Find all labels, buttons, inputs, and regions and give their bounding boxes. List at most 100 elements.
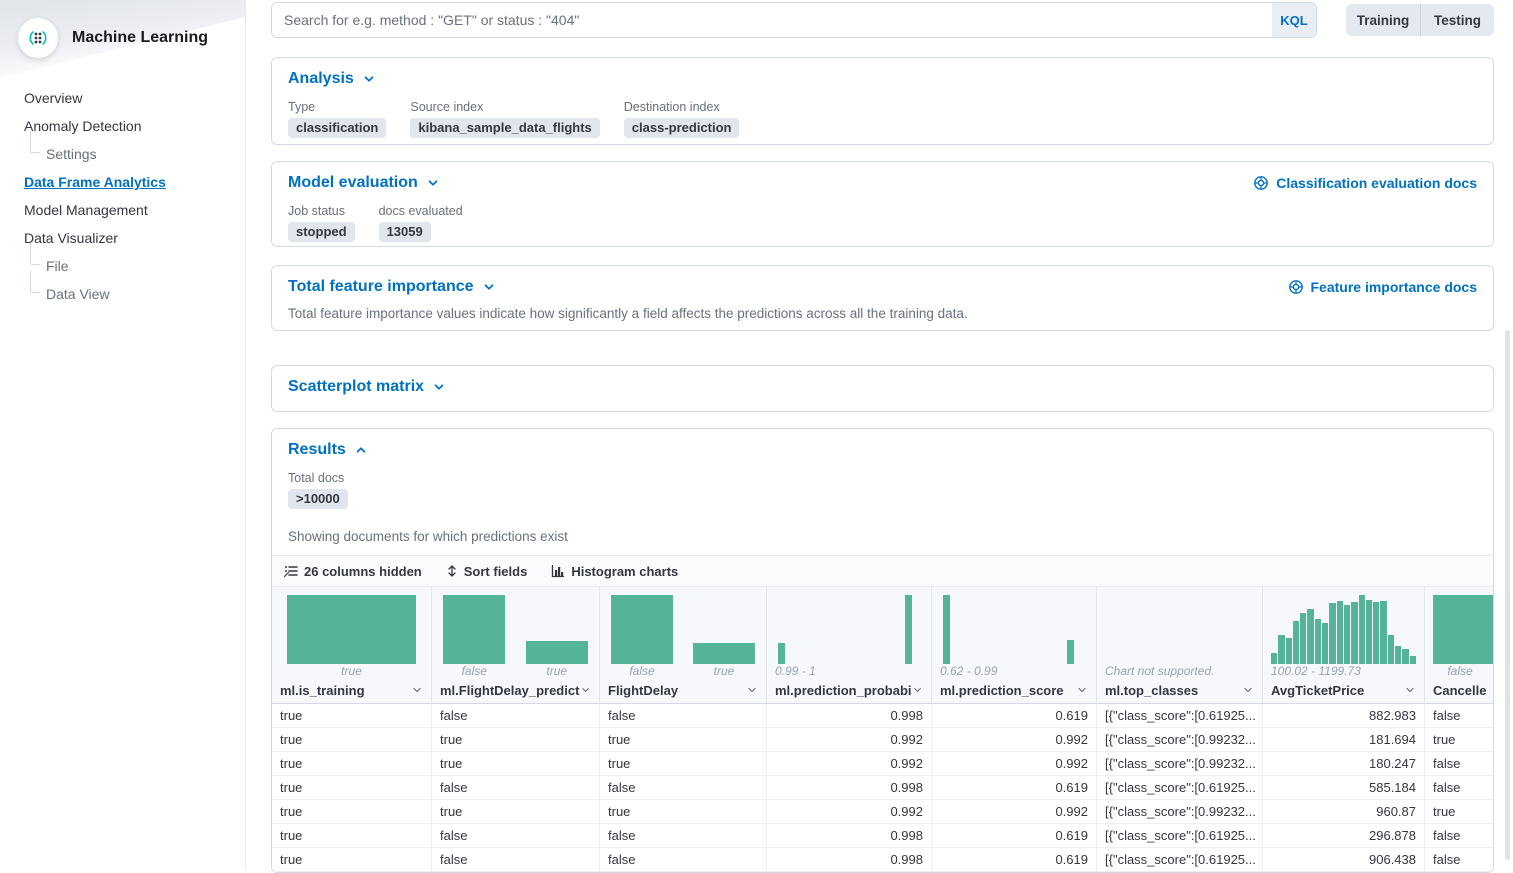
- table-cell[interactable]: true: [600, 800, 767, 823]
- column-actions[interactable]: FlightDelay: [600, 681, 766, 703]
- table-cell[interactable]: 180.247: [1263, 752, 1425, 775]
- table-cell[interactable]: true: [432, 800, 600, 823]
- scrollbar-thumb[interactable]: [1505, 330, 1510, 860]
- histogram-bar: [1293, 621, 1299, 664]
- table-cell[interactable]: true: [272, 824, 432, 847]
- classification-evaluation-docs-link[interactable]: Classification evaluation docs: [1253, 175, 1477, 191]
- table-cell[interactable]: false: [432, 824, 600, 847]
- column-actions[interactable]: ml.FlightDelay_predictio: [432, 681, 599, 703]
- table-cell[interactable]: [{"class_score":[0.61925...: [1097, 824, 1263, 847]
- table-cell[interactable]: false: [1425, 848, 1493, 871]
- kql-button[interactable]: KQL: [1272, 3, 1316, 37]
- table-cell[interactable]: false: [432, 776, 600, 799]
- column-actions[interactable]: ml.prediction_score: [932, 681, 1096, 703]
- table-cell[interactable]: 0.619: [932, 704, 1097, 727]
- table-cell[interactable]: false: [600, 704, 767, 727]
- table-cell[interactable]: 0.992: [767, 800, 932, 823]
- table-cell[interactable]: false: [432, 848, 600, 871]
- table-cell[interactable]: true: [272, 848, 432, 871]
- columns-icon: [284, 564, 298, 578]
- table-cell[interactable]: [{"class_score":[0.99232...: [1097, 800, 1263, 823]
- column-histogram: [440, 595, 591, 664]
- table-cell[interactable]: true: [272, 800, 432, 823]
- table-cell[interactable]: false: [1425, 824, 1493, 847]
- table-cell[interactable]: true: [272, 776, 432, 799]
- column-actions[interactable]: Cancelled: [1425, 681, 1493, 703]
- table-cell[interactable]: [{"class_score":[0.61925...: [1097, 704, 1263, 727]
- table-cell[interactable]: 0.992: [767, 728, 932, 751]
- column-histogram: [608, 595, 758, 664]
- table-cell[interactable]: 585.184: [1263, 776, 1425, 799]
- histogram-bar: [1067, 640, 1074, 664]
- table-cell[interactable]: false: [1425, 704, 1493, 727]
- table-cell[interactable]: 0.992: [932, 800, 1097, 823]
- page-scrollbar: [1503, 0, 1513, 869]
- feature-importance-accordion-toggle[interactable]: Total feature importance: [288, 278, 496, 296]
- table-cell[interactable]: 960.87: [1263, 800, 1425, 823]
- table-cell[interactable]: 906.438: [1263, 848, 1425, 871]
- sort-fields-button[interactable]: Sort fields: [446, 564, 528, 579]
- table-cell[interactable]: false: [432, 704, 600, 727]
- table-cell[interactable]: 882.983: [1263, 704, 1425, 727]
- chevron-down-icon: [1242, 684, 1254, 696]
- scatterplot-accordion-toggle[interactable]: Scatterplot matrix: [288, 378, 446, 396]
- table-cell[interactable]: 0.998: [767, 824, 932, 847]
- columns-hidden-button[interactable]: 26 columns hidden: [284, 564, 422, 579]
- results-accordion-toggle[interactable]: Results: [288, 441, 368, 459]
- column-actions[interactable]: ml.prediction_probabilit: [767, 681, 931, 703]
- table-cell[interactable]: 0.619: [932, 776, 1097, 799]
- sidebar-item-overview[interactable]: Overview: [0, 84, 245, 112]
- table-cell[interactable]: true: [272, 704, 432, 727]
- analysis-accordion-toggle[interactable]: Analysis: [288, 70, 376, 88]
- analysis-type-field: Type classification: [288, 100, 386, 138]
- table-cell[interactable]: 0.619: [932, 848, 1097, 871]
- histogram-bar: [1402, 649, 1408, 664]
- table-cell[interactable]: 0.998: [767, 776, 932, 799]
- table-cell[interactable]: [{"class_score":[0.99232...: [1097, 728, 1263, 751]
- table-cell[interactable]: false: [600, 824, 767, 847]
- table-cell[interactable]: true: [1425, 800, 1493, 823]
- column-actions[interactable]: AvgTicketPrice: [1263, 681, 1424, 703]
- grid-body: truefalsefalse0.9980.619[{"class_score":…: [272, 704, 1493, 872]
- column-actions[interactable]: ml.is_training: [272, 681, 431, 703]
- table-cell[interactable]: 0.619: [932, 824, 1097, 847]
- sidebar-item-data-frame-analytics[interactable]: Data Frame Analytics: [0, 168, 245, 196]
- histogram-charts-button[interactable]: Histogram charts: [551, 564, 678, 579]
- table-cell[interactable]: [{"class_score":[0.99232...: [1097, 752, 1263, 775]
- search-input[interactable]: [271, 2, 1317, 38]
- table-cell[interactable]: [{"class_score":[0.61925...: [1097, 848, 1263, 871]
- column-header-ml-top-classes: Chart not supported. ml.top_classes: [1097, 587, 1263, 703]
- table-cell[interactable]: false: [1425, 752, 1493, 775]
- table-cell[interactable]: true: [272, 752, 432, 775]
- analysis-panel: Analysis Type classification Source inde…: [271, 57, 1494, 145]
- feature-importance-docs-link[interactable]: Feature importance docs: [1288, 279, 1478, 295]
- column-actions[interactable]: ml.top_classes: [1097, 681, 1262, 703]
- table-cell[interactable]: 181.694: [1263, 728, 1425, 751]
- sidebar-item-model-management[interactable]: Model Management: [0, 196, 245, 224]
- table-cell[interactable]: true: [600, 728, 767, 751]
- tree-line: [30, 271, 40, 293]
- histogram-bar: [443, 595, 505, 664]
- training-button[interactable]: Training: [1346, 4, 1420, 36]
- table-cell[interactable]: true: [600, 752, 767, 775]
- table-cell[interactable]: 0.998: [767, 848, 932, 871]
- table-cell[interactable]: true: [272, 728, 432, 751]
- model-evaluation-accordion-toggle[interactable]: Model evaluation: [288, 174, 440, 192]
- table-cell[interactable]: 0.992: [932, 728, 1097, 751]
- table-cell[interactable]: false: [1425, 776, 1493, 799]
- table-cell[interactable]: 0.998: [767, 704, 932, 727]
- sidebar-item-settings[interactable]: Settings: [0, 140, 245, 168]
- sidebar-item-data-view[interactable]: Data View: [0, 280, 245, 308]
- table-cell[interactable]: 0.992: [767, 752, 932, 775]
- table-cell[interactable]: true: [432, 728, 600, 751]
- table-cell[interactable]: false: [600, 848, 767, 871]
- table-cell[interactable]: false: [600, 776, 767, 799]
- testing-button[interactable]: Testing: [1420, 4, 1494, 36]
- histogram-bar: [693, 643, 754, 664]
- table-cell[interactable]: 296.878: [1263, 824, 1425, 847]
- table-cell[interactable]: 0.992: [932, 752, 1097, 775]
- table-cell[interactable]: [{"class_score":[0.61925...: [1097, 776, 1263, 799]
- chevron-down-icon: [912, 684, 923, 696]
- table-cell[interactable]: true: [432, 752, 600, 775]
- table-cell[interactable]: true: [1425, 728, 1493, 751]
